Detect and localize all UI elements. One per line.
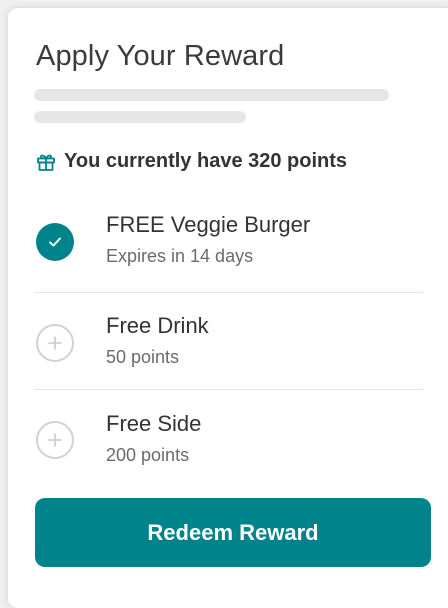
reward-subtitle: 200 points: [106, 445, 190, 465]
plus-icon[interactable]: [36, 421, 74, 459]
divider: [34, 292, 423, 293]
reward-item-veggie-burger[interactable]: FREE Veggie Burger Expires in 14 days: [34, 208, 423, 288]
reward-item-free-side[interactable]: Free Side 200 points: [34, 404, 423, 484]
points-text: You currently have 320 points: [64, 150, 348, 172]
skeleton-line: [34, 89, 389, 101]
reward-subtitle: Expires in 14 days: [106, 246, 254, 266]
gift-icon: [36, 152, 56, 172]
check-icon[interactable]: [36, 223, 74, 261]
plus-icon[interactable]: [36, 324, 74, 362]
points-balance: You currently have 320 points: [36, 150, 347, 173]
redeem-reward-button[interactable]: Redeem Reward: [35, 498, 431, 567]
reward-subtitle: 50 points: [106, 347, 180, 367]
reward-name: FREE Veggie Burger: [106, 212, 311, 237]
divider: [34, 389, 423, 390]
reward-name: Free Drink: [106, 313, 209, 338]
skeleton-line: [34, 111, 246, 123]
page-title: Apply Your Reward: [36, 40, 285, 72]
reward-card: Apply Your Reward You currently have 320…: [8, 8, 448, 608]
reward-item-free-drink[interactable]: Free Drink 50 points: [34, 306, 423, 386]
reward-name: Free Side: [106, 411, 202, 436]
